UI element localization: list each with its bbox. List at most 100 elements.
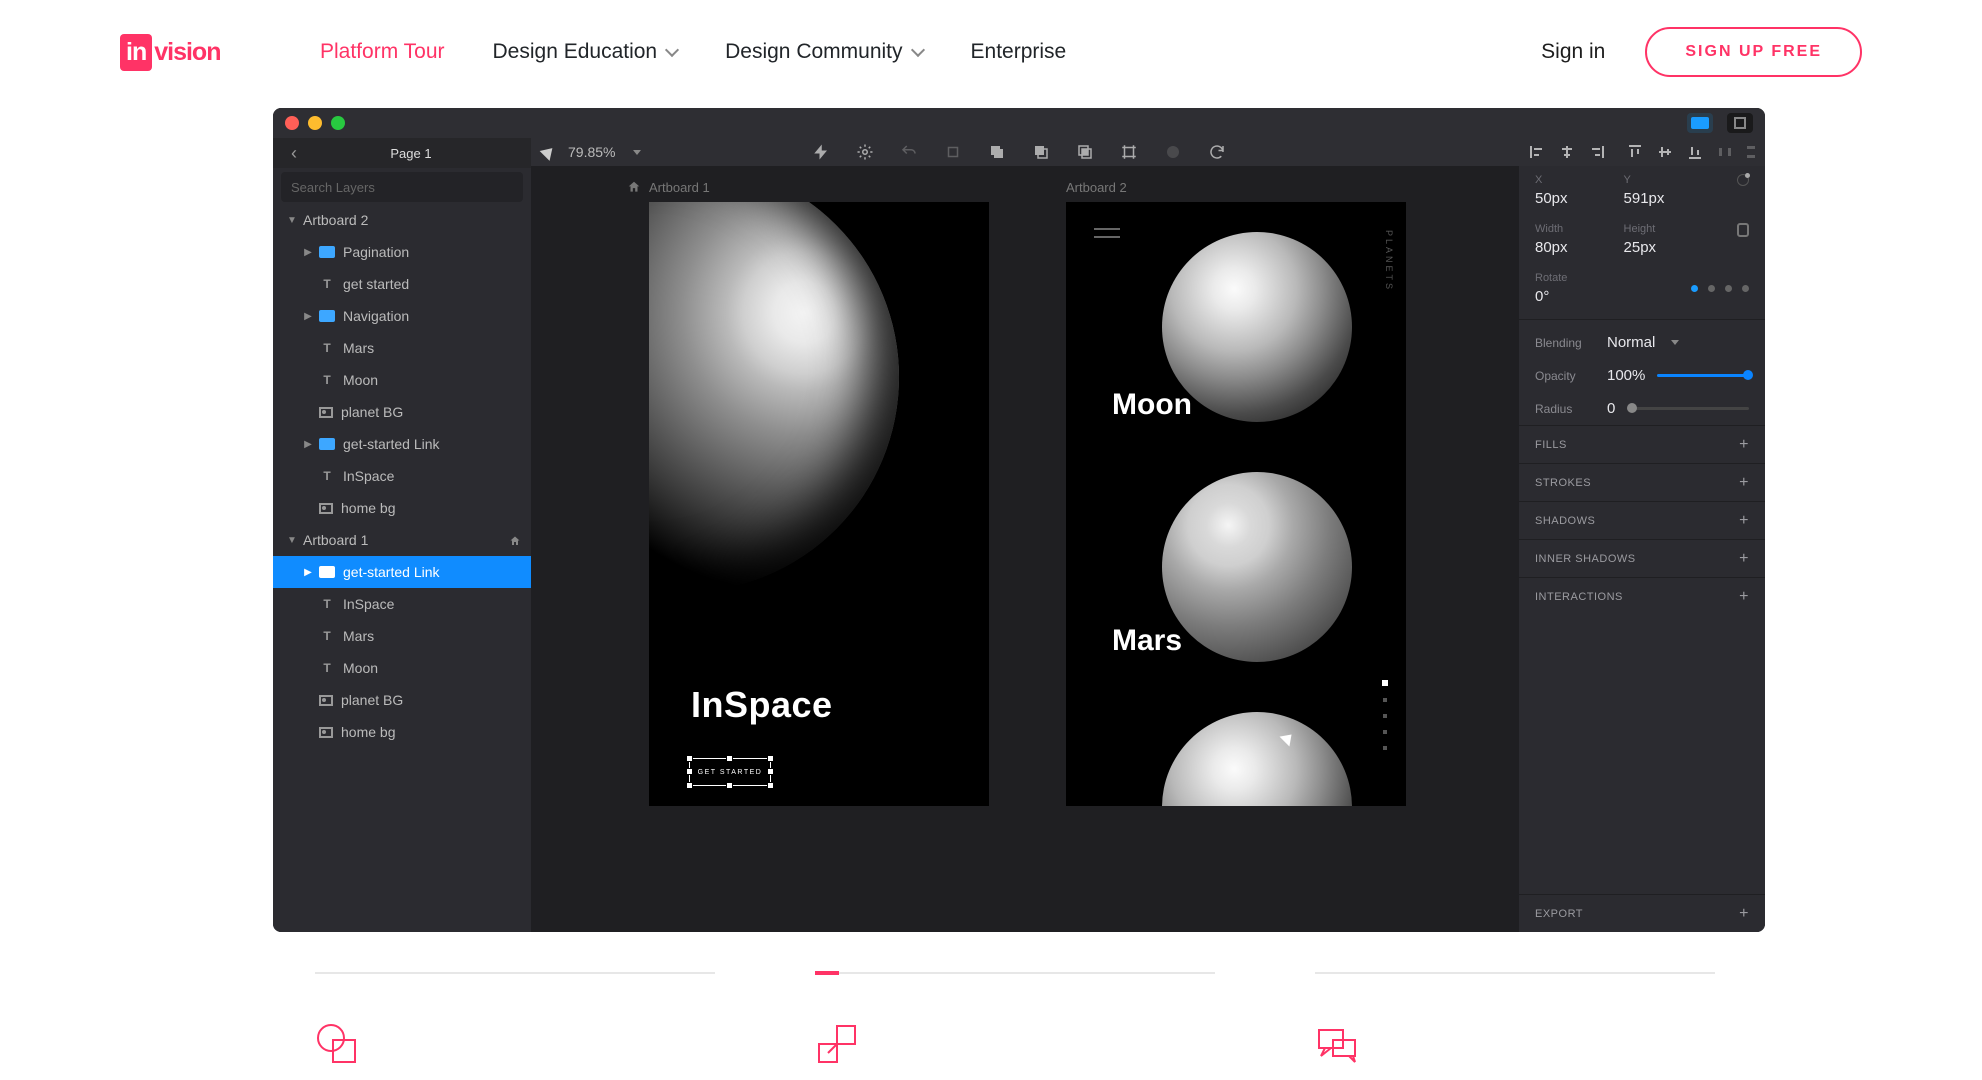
opacity-slider[interactable] (1657, 374, 1749, 377)
layer-item[interactable]: home bg (273, 716, 531, 748)
page-row[interactable]: ‹ Page 1 (273, 138, 531, 168)
layer-item[interactable]: TInSpace (273, 460, 531, 492)
nav-enterprise[interactable]: Enterprise (971, 40, 1067, 64)
layer-item[interactable]: TMoon (273, 364, 531, 396)
disclosure-icon[interactable]: ▶ (303, 439, 313, 450)
width-value[interactable]: 80px (1535, 239, 1568, 256)
section-inner-shadows[interactable]: INNER SHADOWS+ (1519, 539, 1765, 577)
slider-knob[interactable] (1743, 370, 1753, 380)
dot-icon[interactable] (1725, 285, 1732, 292)
layer-item[interactable]: TMars (273, 332, 531, 364)
nav-design-education[interactable]: Design Education (493, 40, 678, 64)
distribute-v-icon[interactable] (1743, 144, 1759, 160)
add-icon[interactable]: + (1739, 550, 1749, 568)
artboard-1-label[interactable]: Artboard 1 (649, 180, 710, 195)
align-right-icon[interactable] (1589, 144, 1605, 160)
origin-icon[interactable] (1737, 174, 1749, 186)
disclosure-icon[interactable]: ▶ (303, 567, 313, 578)
resize-handle[interactable] (686, 755, 693, 762)
libraries-panel-toggle[interactable] (1727, 113, 1753, 133)
bolt-icon[interactable] (812, 143, 830, 161)
boolean-difference-icon[interactable] (1120, 143, 1138, 161)
section-interactions[interactable]: INTERACTIONS+ (1519, 577, 1765, 615)
section-fills[interactable]: FILLS+ (1519, 425, 1765, 463)
back-button[interactable]: ‹ (285, 143, 303, 164)
align-top-icon[interactable] (1627, 144, 1643, 160)
signin-link[interactable]: Sign in (1541, 40, 1605, 64)
disclosure-icon[interactable]: ▶ (303, 247, 313, 258)
disclosure-icon[interactable]: ▼ (287, 215, 297, 226)
x-value[interactable]: 50px (1535, 190, 1568, 207)
lock-aspect-icon[interactable] (1737, 223, 1749, 237)
layer-artboard-2[interactable]: ▼ Artboard 2 (273, 204, 531, 236)
dot-icon[interactable] (1742, 285, 1749, 292)
add-icon[interactable]: + (1739, 474, 1749, 492)
slider-knob[interactable] (1627, 403, 1637, 413)
layer-item[interactable]: TMars (273, 620, 531, 652)
layer-item[interactable]: Tget started (273, 268, 531, 300)
resize-handle[interactable] (686, 768, 693, 775)
boolean-intersect-icon[interactable] (1076, 143, 1094, 161)
selected-element[interactable]: GET STARTED (689, 758, 771, 786)
align-center-v-icon[interactable] (1657, 144, 1673, 160)
add-icon[interactable]: + (1739, 436, 1749, 454)
dot-icon[interactable] (1691, 285, 1698, 292)
height-value[interactable]: 25px (1624, 239, 1657, 256)
align-bottom-icon[interactable] (1687, 144, 1703, 160)
zoom-dropdown-icon[interactable] (633, 150, 641, 155)
refresh-icon[interactable] (1208, 143, 1226, 161)
layer-item[interactable]: TMoon (273, 652, 531, 684)
disclosure-icon[interactable]: ▼ (287, 535, 297, 546)
layer-artboard-1[interactable]: ▼ Artboard 1 (273, 524, 531, 556)
gear-icon[interactable] (856, 143, 874, 161)
signup-button[interactable]: SIGN UP FREE (1645, 27, 1862, 77)
boolean-union-icon[interactable] (988, 143, 1006, 161)
section-export[interactable]: EXPORT+ (1519, 894, 1765, 932)
dot-icon[interactable] (1708, 285, 1715, 292)
artboard-1[interactable]: InSpace GET STARTED (649, 202, 989, 806)
disclosure-icon[interactable]: ▶ (303, 311, 313, 322)
add-icon[interactable]: + (1739, 512, 1749, 530)
search-layers-input[interactable]: Search Layers (281, 172, 523, 202)
artboard-2[interactable]: PLANETS Moon Mars (1066, 202, 1406, 806)
inspace-text[interactable]: InSpace (691, 684, 833, 726)
boolean-subtract-icon[interactable] (1032, 143, 1050, 161)
section-shadows[interactable]: SHADOWS+ (1519, 501, 1765, 539)
layer-item[interactable]: planet BG (273, 396, 531, 428)
feature-3[interactable] (1315, 972, 1715, 1071)
feature-2[interactable] (815, 972, 1215, 1071)
add-icon[interactable]: + (1739, 905, 1749, 923)
select-tool-icon[interactable] (540, 143, 558, 161)
blending-value[interactable]: Normal (1607, 334, 1655, 351)
crop-icon[interactable] (944, 143, 962, 161)
layer-item[interactable]: ▶Pagination (273, 236, 531, 268)
y-value[interactable]: 591px (1624, 190, 1665, 207)
mask-icon[interactable] (1164, 143, 1182, 161)
nav-platform-tour[interactable]: Platform Tour (320, 40, 445, 64)
resize-handle[interactable] (767, 755, 774, 762)
layer-item[interactable]: ▶get-started Link (273, 428, 531, 460)
resize-handle[interactable] (767, 782, 774, 789)
minimize-window-button[interactable] (308, 116, 322, 130)
resize-handle[interactable] (686, 782, 693, 789)
rotate-value[interactable]: 0° (1535, 288, 1567, 305)
dropdown-icon[interactable] (1671, 340, 1679, 345)
artboard-2-label[interactable]: Artboard 2 (1066, 180, 1127, 195)
zoom-value[interactable]: 79.85% (568, 144, 615, 160)
radius-slider[interactable] (1627, 407, 1749, 410)
zoom-window-button[interactable] (331, 116, 345, 130)
radius-value[interactable]: 0 (1607, 400, 1615, 417)
layer-item[interactable]: ▶Navigation (273, 300, 531, 332)
layer-item-selected[interactable]: ▶get-started Link (273, 556, 531, 588)
align-center-h-icon[interactable] (1559, 144, 1575, 160)
logo[interactable]: in vision (120, 29, 260, 76)
layers-panel-toggle[interactable] (1687, 113, 1713, 133)
resize-handle[interactable] (767, 768, 774, 775)
close-window-button[interactable] (285, 116, 299, 130)
nav-design-community[interactable]: Design Community (725, 40, 922, 64)
distribute-h-icon[interactable] (1717, 144, 1733, 160)
feature-1[interactable] (315, 972, 715, 1071)
resize-handle[interactable] (726, 755, 733, 762)
layer-item[interactable]: home bg (273, 492, 531, 524)
canvas[interactable]: Artboard 1 Artboard 2 InSpace GET STARTE… (531, 166, 1519, 932)
